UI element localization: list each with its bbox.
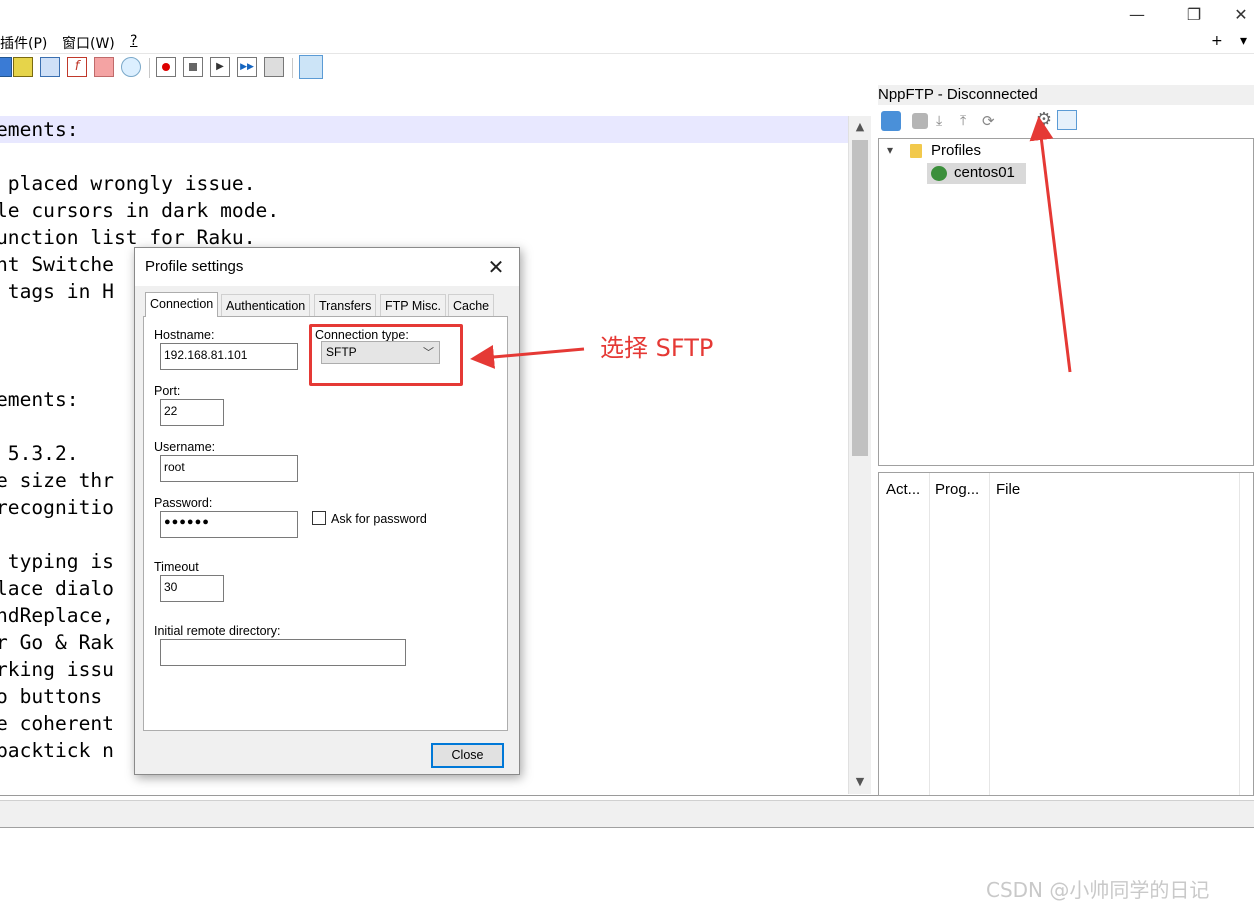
tab-connection[interactable]: Connection bbox=[145, 292, 219, 317]
annotation-text: 选择 SFTP bbox=[600, 334, 714, 362]
annotation-arrow-to-select bbox=[470, 344, 585, 369]
annotation-arrows bbox=[470, 116, 1072, 373]
annotation-arrow-to-gear bbox=[1029, 116, 1072, 373]
watermark: CSDN @小帅同学的日记 bbox=[986, 878, 1210, 902]
